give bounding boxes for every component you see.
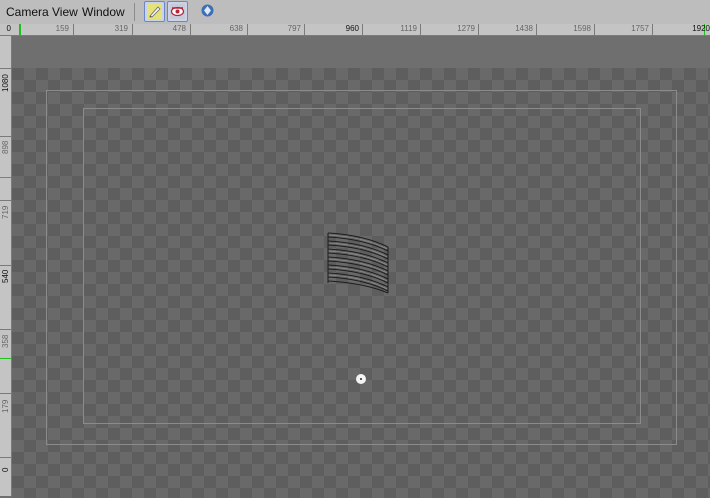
ruler-tick <box>190 24 191 35</box>
ruler-tick <box>0 200 11 201</box>
ruler-label: 1920 <box>692 24 710 33</box>
ruler-tick <box>304 24 305 35</box>
ruler-marker-left <box>20 24 21 35</box>
blue-diamond-icon <box>201 4 214 17</box>
ruler-tick <box>0 329 11 330</box>
ruler-label: 1279 <box>457 24 475 33</box>
vertical-ruler[interactable]: 1080 898 719 540 358 179 0 <box>0 36 12 496</box>
ruler-tick <box>652 24 653 35</box>
ruler-tick <box>0 393 11 394</box>
ruler-tick <box>0 68 11 69</box>
ruler-label: 159 <box>55 24 69 33</box>
ruler-label: 0 <box>6 24 11 33</box>
ruler-marker-top <box>0 177 11 178</box>
ruler-label: 898 <box>1 140 10 154</box>
ruler-tick <box>132 24 133 35</box>
menu-camera[interactable]: Camera <box>6 5 49 19</box>
ruler-label: 1438 <box>515 24 533 33</box>
ruler-label: 179 <box>1 399 10 413</box>
ruler-label: 1119 <box>400 24 417 33</box>
display-mode-button[interactable] <box>198 1 219 22</box>
ruler-label: 719 <box>1 205 10 219</box>
ruler-marker-bottom <box>0 358 11 359</box>
ruler-label: 960 <box>345 24 359 33</box>
toolbar-separator <box>134 3 135 21</box>
menu-bar: Camera View Window <box>0 0 710 25</box>
menu-view[interactable]: View <box>52 5 78 19</box>
ruler-label: 1080 <box>1 74 10 92</box>
ruler-label: 1598 <box>573 24 591 33</box>
ruler-tick <box>0 457 11 458</box>
wireframe-object[interactable] <box>324 229 394 297</box>
ruler-tick <box>247 24 248 35</box>
ruler-label: 797 <box>287 24 301 33</box>
ruler-label: 638 <box>229 24 243 33</box>
ruler-tick <box>0 265 11 266</box>
pivot-handle-icon[interactable] <box>356 374 366 384</box>
pencil-icon <box>147 4 162 19</box>
ruler-label: 1757 <box>631 24 649 33</box>
horizontal-ruler[interactable]: 0 159 319 478 638 797 960 1119 1279 1438… <box>0 24 710 36</box>
ruler-tick <box>420 24 421 35</box>
ruler-tick <box>478 24 479 35</box>
ruler-label: 319 <box>114 24 128 33</box>
eye-icon <box>170 4 185 19</box>
transparent-canvas[interactable] <box>12 68 710 498</box>
eye-toggle-button[interactable] <box>167 1 188 22</box>
menu-window[interactable]: Window <box>82 5 125 19</box>
ruler-tick <box>0 136 11 137</box>
ruler-tick <box>73 24 74 35</box>
camera-viewport[interactable] <box>12 36 710 498</box>
ruler-tick <box>594 24 595 35</box>
ruler-tick <box>362 24 363 35</box>
ruler-label: 540 <box>1 269 10 283</box>
ruler-label: 0 <box>1 467 10 472</box>
pencil-toggle-button[interactable] <box>144 1 165 22</box>
ruler-label: 358 <box>1 334 10 348</box>
ruler-label: 478 <box>172 24 186 33</box>
ruler-tick <box>536 24 537 35</box>
